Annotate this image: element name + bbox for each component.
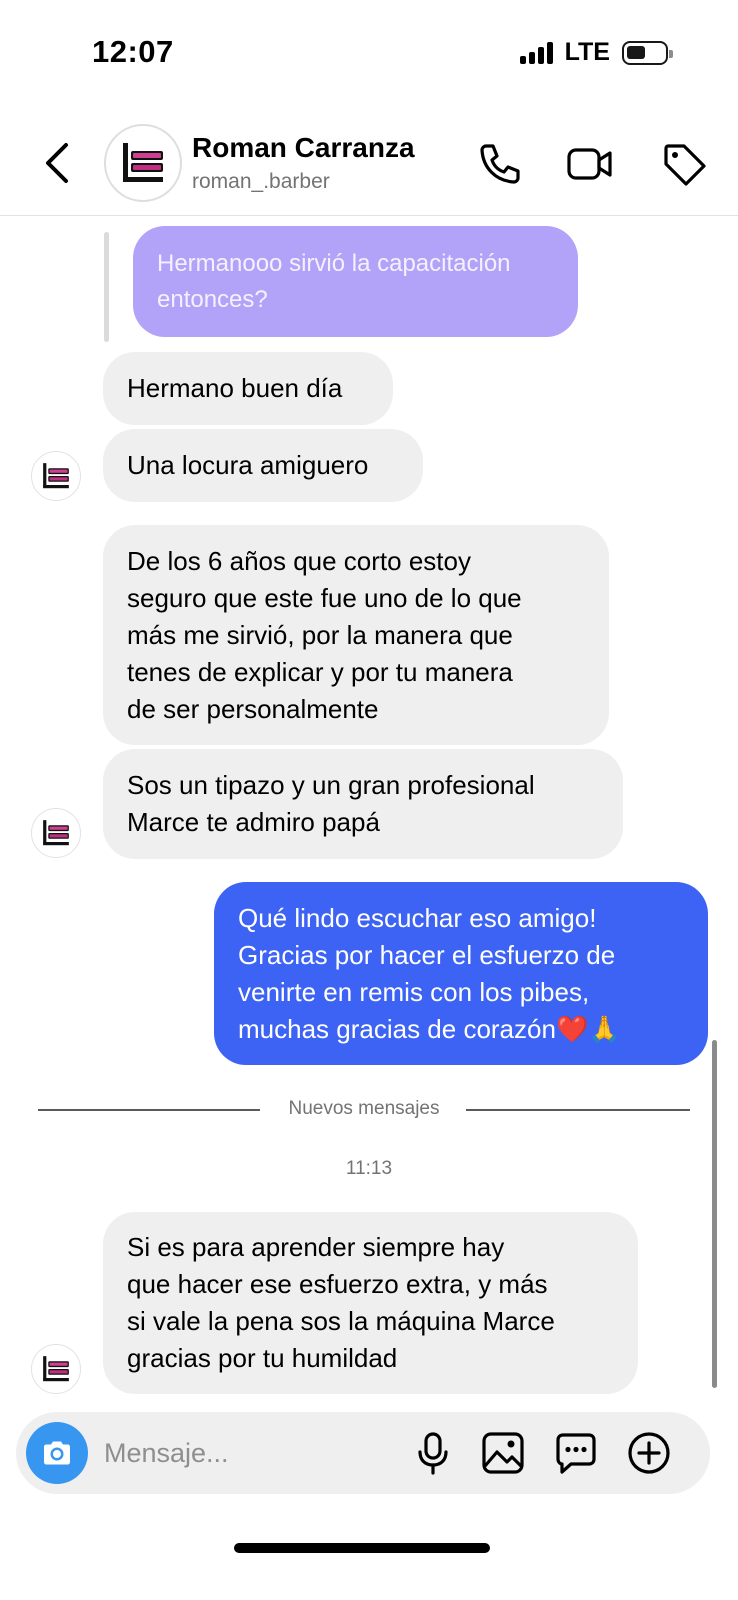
message-line: Qué lindo escuchar eso amigo! (238, 902, 597, 933)
quoted-message[interactable]: Hermanooo sirvió la capacitación entonce… (133, 226, 578, 337)
outgoing-message[interactable]: Qué lindo escuchar eso amigo! Gracias po… (214, 882, 708, 1065)
message-line: seguro que este fue uno de lo que (127, 582, 522, 613)
camera-icon (44, 1441, 70, 1465)
back-arrow-icon[interactable] (40, 142, 76, 184)
camera-button[interactable] (26, 1422, 88, 1484)
divider-label: Nuevos mensajes (272, 1098, 456, 1119)
tag-icon[interactable] (660, 140, 708, 188)
status-indicators: LTE (519, 38, 673, 67)
message-line: Una locura amiguero (127, 450, 369, 480)
message-line: Marce te admiro papá (127, 807, 380, 837)
message-line: Sos un tipazo y un gran profesional (127, 770, 535, 800)
phone-icon[interactable] (476, 140, 524, 188)
signal-icon (519, 41, 553, 64)
plus-circle-icon[interactable] (626, 1430, 672, 1476)
scrollbar[interactable] (712, 1040, 717, 1388)
contact-avatar[interactable] (104, 124, 182, 202)
message-line: si vale la pena sos la máquina Marce (127, 1306, 555, 1336)
barber-logo-icon (43, 463, 69, 489)
message-line: de ser personalmente (127, 693, 379, 724)
barber-logo-icon (43, 1356, 69, 1382)
message-line: Si es para aprender siempre hay (127, 1232, 505, 1262)
video-camera-icon[interactable] (566, 140, 614, 188)
contact-username[interactable]: roman_.barber (192, 170, 330, 194)
message-line: tenes de explicar y por tu manera (127, 656, 513, 687)
contact-name[interactable]: Roman Carranza (192, 132, 415, 164)
incoming-message[interactable]: Una locura amiguero (103, 429, 423, 502)
message-line: gracias por tu humildad (127, 1343, 398, 1373)
battery-icon (622, 40, 673, 65)
reply-quote-bar (104, 232, 109, 342)
status-time: 12:07 (92, 34, 174, 69)
barber-logo-icon (43, 820, 69, 846)
message-line: más me sirvió, por la manera que (127, 619, 513, 650)
message-line: que hacer ese esfuerzo extra, y más (127, 1269, 548, 1299)
sender-avatar[interactable] (31, 451, 81, 501)
message-line: Hermano buen día (127, 373, 343, 403)
message-line: Gracias por hacer el esfuerzo de (238, 939, 616, 970)
incoming-message[interactable]: Sos un tipazo y un gran profesional Marc… (103, 749, 623, 859)
sender-avatar[interactable] (31, 808, 81, 858)
message-line: venirte en remis con los pibes, (238, 976, 590, 1007)
message-composer (16, 1412, 710, 1494)
message-line: De los 6 años que corto estoy (127, 545, 471, 576)
incoming-message[interactable]: Hermano buen día (103, 352, 393, 425)
message-line: entonces? (157, 285, 268, 313)
chat-header: Roman Carranza roman_.barber (0, 110, 738, 216)
microphone-icon[interactable] (410, 1430, 456, 1476)
message-timestamp: 11:13 (345, 1158, 393, 1179)
message-line: Hermanooo sirvió la capacitación (157, 249, 511, 277)
home-indicator[interactable] (234, 1543, 490, 1553)
image-icon[interactable] (480, 1430, 526, 1476)
message-line: muchas gracias de corazón❤️🙏 (238, 1013, 621, 1044)
new-messages-divider: Nuevos mensajes (38, 1098, 690, 1122)
dm-screen: 12:07 LTE Roman Carranza roman_.barber H… (0, 0, 738, 1600)
sender-avatar[interactable] (31, 1344, 81, 1394)
incoming-message[interactable]: De los 6 años que corto estoy seguro que… (103, 525, 609, 745)
incoming-message[interactable]: Si es para aprender siempre hay que hace… (103, 1212, 638, 1394)
message-input[interactable] (104, 1433, 404, 1473)
barber-logo-icon (123, 143, 163, 182)
sticker-chat-icon[interactable] (553, 1430, 599, 1476)
network-label: LTE (564, 38, 610, 66)
